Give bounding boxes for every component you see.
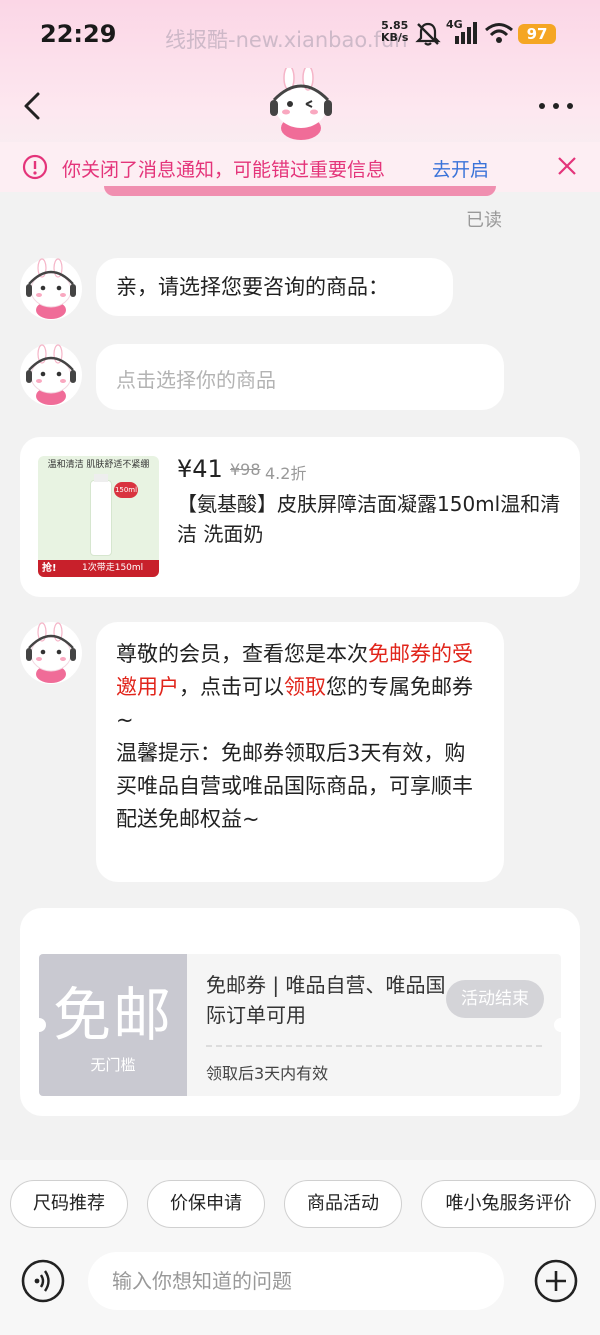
status-time: 22:29 — [40, 20, 117, 48]
claim-link[interactable]: 领取 — [284, 675, 326, 699]
member-message-text: ，点击可以 — [179, 675, 284, 699]
tip-paragraph: 温馨提示：免邮券领取后3天有效，购买唯品自营或唯品国际商品，可享顺丰配送免邮权益… — [116, 741, 473, 831]
select-product-button[interactable]: 点击选择你的商品 — [96, 344, 504, 410]
coupon-validity: 领取后3天内有效 — [206, 1064, 329, 1083]
previous-message-edge — [104, 186, 496, 196]
plus-icon[interactable] — [533, 1258, 579, 1304]
signal-icon — [455, 22, 477, 44]
agent-avatar — [20, 258, 82, 320]
product-card[interactable]: 温和清洁 肌肤舒适不紧绷 150ml 抢! 1次带走150ml ¥41 ¥98 … — [20, 437, 580, 597]
message-input[interactable] — [112, 1252, 480, 1310]
message-input-container — [88, 1252, 504, 1310]
warning-icon — [22, 154, 48, 180]
greeting-text: 亲，请选择您要咨询的商品： — [116, 275, 389, 299]
product-bottle-cap — [94, 474, 108, 482]
watermark-text: 线报酷-new.xianbao.fun — [165, 28, 408, 52]
greeting-message: 亲，请选择您要咨询的商品： — [96, 258, 453, 316]
price-protect-button[interactable]: 价保申请 — [147, 1180, 265, 1228]
network-speed-unit: KB/s — [381, 31, 409, 44]
select-product-label: 点击选择你的商品 — [116, 368, 276, 392]
notice-text: 你关闭了消息通知，可能错过重要信息 — [62, 159, 386, 181]
read-receipt: 已读 — [466, 210, 502, 231]
member-message-text: 尊敬的会员，查看您是本次 — [116, 642, 368, 666]
more-options-icon[interactable] — [536, 96, 576, 116]
coupon-divider — [206, 1045, 542, 1047]
back-arrow-icon[interactable] — [18, 88, 50, 124]
service-review-button[interactable]: 唯小兔服务评价 — [421, 1180, 596, 1228]
mascot-avatar — [270, 68, 332, 140]
free-shipping-coupon[interactable]: 免邮 无门槛 免邮券 | 唯品自营、唯品国际订单可用 活动结束 领取后3天内有效 — [39, 954, 561, 1096]
product-title: 【氨基酸】皮肤屏障洁面凝露150ml温和清洁 洗面奶 — [177, 492, 561, 546]
wifi-icon — [485, 23, 513, 43]
mute-bell-icon — [415, 22, 441, 46]
coupon-card: 免邮 无门槛 免邮券 | 唯品自营、唯品国际订单可用 活动结束 领取后3天内有效 — [20, 908, 580, 1116]
product-image[interactable]: 温和清洁 肌肤舒适不紧绷 150ml 抢! 1次带走150ml — [38, 456, 159, 577]
battery-indicator: 97 — [518, 24, 556, 44]
product-discount: 4.2折 — [265, 464, 307, 483]
notification-banner: 你关闭了消息通知，可能错过重要信息 去开启 — [0, 142, 600, 192]
close-icon[interactable] — [556, 155, 578, 177]
agent-avatar — [20, 622, 82, 684]
enable-notifications-link[interactable]: 去开启 — [432, 155, 489, 182]
coupon-stub: 免邮 无门槛 — [39, 954, 187, 1096]
voice-input-icon[interactable] — [20, 1258, 66, 1304]
product-price: ¥41 — [177, 455, 223, 483]
agent-avatar — [20, 344, 82, 406]
member-coupon-message: 尊敬的会员，查看您是本次免邮券的受邀用户，点击可以领取您的专属免邮券~ 温馨提示… — [96, 622, 504, 882]
status-bar: 22:29 线报酷-new.xianbao.fun 5.85 KB/s 4G 9… — [0, 0, 600, 70]
coupon-status-badge: 活动结束 — [446, 980, 544, 1018]
coupon-notch-right — [554, 1018, 568, 1032]
member-message-paragraph: 尊敬的会员，查看您是本次免邮券的受邀用户，点击可以领取您的专属免邮券~ — [116, 638, 484, 737]
coupon-title: 免邮券 | 唯品自营、唯品国际订单可用 — [206, 973, 446, 1027]
product-original-price: ¥98 — [230, 460, 261, 479]
coupon-threshold: 无门槛 — [90, 1056, 136, 1074]
coupon-notch-left — [32, 1018, 46, 1032]
size-recommend-button[interactable]: 尺码推荐 — [10, 1180, 128, 1228]
product-bottle — [90, 480, 112, 556]
bottom-toolbar: 尺码推荐 价保申请 商品活动 唯小兔服务评价 — [0, 1160, 600, 1335]
product-size-badge: 150ml — [114, 482, 138, 498]
product-activity-button[interactable]: 商品活动 — [284, 1180, 402, 1228]
product-image-caption: 1次带走150ml — [82, 563, 144, 573]
product-image-banner: 温和清洁 肌肤舒适不紧绷 — [47, 460, 150, 470]
coupon-big-text: 免邮 — [52, 981, 173, 1049]
product-image-tag: 抢! — [42, 563, 57, 574]
network-speed: 5.85 KB/s — [381, 20, 408, 44]
